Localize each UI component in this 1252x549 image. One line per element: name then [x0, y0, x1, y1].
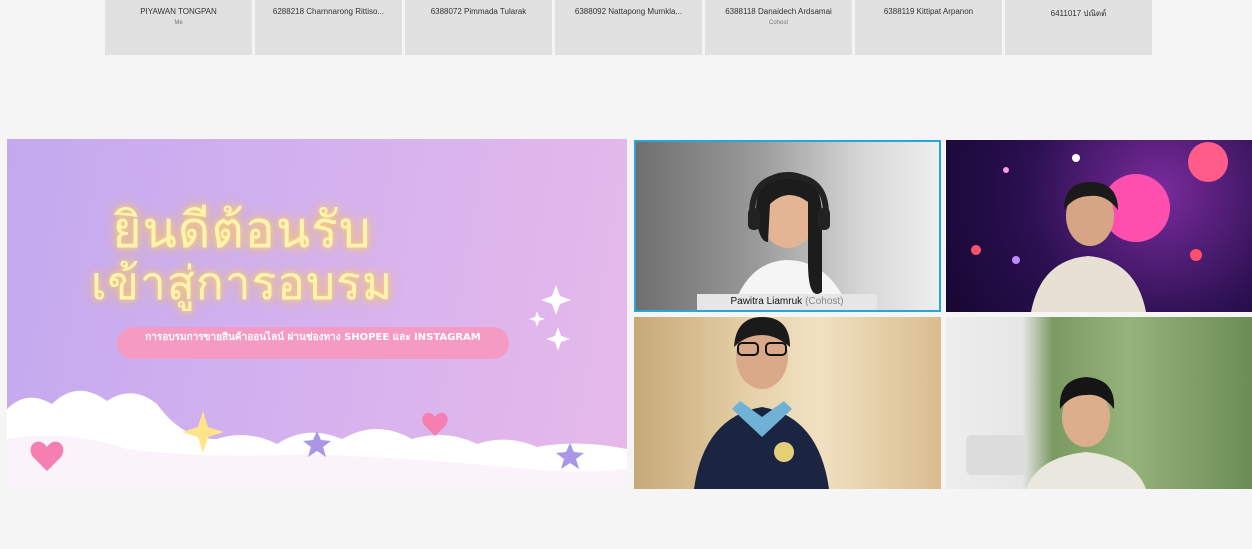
participant-video	[732, 172, 850, 310]
participant-tile[interactable]: 6388072 Pimmada Tularak	[405, 0, 552, 55]
sparkle-icon	[546, 327, 570, 351]
video-tile-active-speaker[interactable]	[634, 140, 941, 312]
speaker-name-label: Pawitra Liamruk (Cohost)	[697, 294, 877, 310]
participant-tile[interactable]: 6388092 Nattapong Mumkla...	[555, 0, 702, 55]
participant-role: Cohost	[768, 20, 788, 26]
heart-icon	[422, 412, 448, 436]
participant-tile[interactable]: 6388118 Danaidech Ardsamai Cohost	[705, 0, 852, 55]
video-tile[interactable]	[946, 317, 1252, 489]
participant-name: 6288218 Charnnarong Rittiso...	[272, 7, 385, 16]
participant-name: 6411017 ปณิตต์	[1050, 9, 1107, 18]
course-banner: การอบรมการขายสินค้าออนไลน์ ผ่านช่องทาง S…	[117, 327, 509, 359]
shared-screen[interactable]: ยินดีต้อนรับ เข้าสู่การอบรม การอบรมการขา…	[7, 139, 627, 488]
participant-name: 6388092 Nattapong Mumkla...	[574, 7, 683, 16]
participant-tile[interactable]: PIYAWAN TONGPAN Me	[105, 0, 252, 55]
participant-name: 6388072 Pimmada Tularak	[430, 7, 527, 16]
participant-tile[interactable]: 6288218 Charnnarong Rittiso...	[255, 0, 402, 55]
participant-video	[971, 142, 1228, 312]
participant-name: 6388119 Kittipat Arpanon	[883, 7, 974, 16]
sparkle-icon	[529, 311, 545, 327]
sparkle-icon	[541, 285, 571, 315]
video-tile[interactable]	[946, 140, 1252, 312]
speaker-name: Pawitra Liamruk	[730, 296, 803, 307]
speaker-role: (Cohost)	[805, 296, 844, 307]
video-tile[interactable]	[634, 317, 941, 489]
participant-name: 6388118 Danaidech Ardsamai	[725, 7, 832, 16]
participant-role: Me	[174, 20, 183, 26]
participant-video	[966, 377, 1146, 489]
participant-name: PIYAWAN TONGPAN	[140, 7, 217, 16]
participant-tile[interactable]: 6411017 ปณิตต์	[1005, 0, 1152, 55]
participant-tile[interactable]: 6388119 Kittipat Arpanon	[855, 0, 1002, 55]
welcome-subtitle-line: เข้าสู่การอบรม	[90, 256, 394, 310]
participant-strip: PIYAWAN TONGPAN Me 6288218 Charnnarong R…	[105, 0, 1155, 55]
participant-video	[694, 317, 829, 489]
